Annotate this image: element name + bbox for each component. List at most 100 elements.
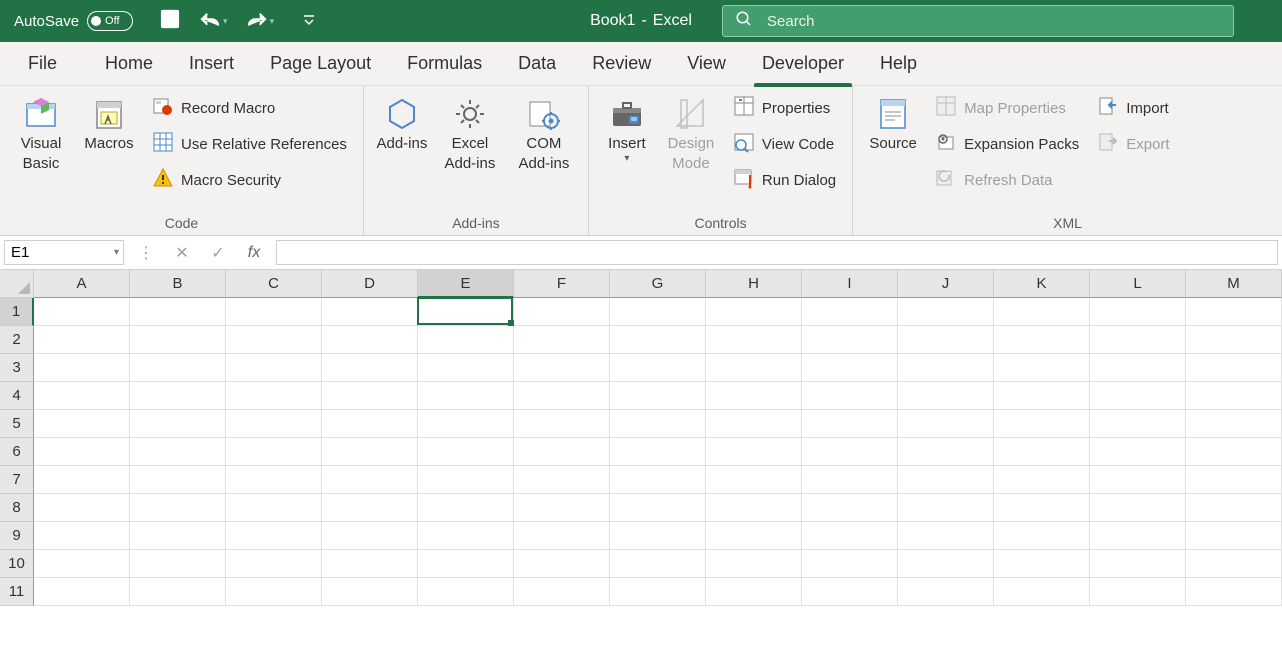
cell[interactable] <box>802 326 898 354</box>
cell[interactable] <box>514 326 610 354</box>
cell[interactable] <box>1090 578 1186 606</box>
cell[interactable] <box>1090 438 1186 466</box>
addins-button[interactable]: Add-ins <box>374 90 430 158</box>
cell[interactable] <box>322 550 418 578</box>
column-header[interactable]: I <box>802 270 898 298</box>
import-button[interactable]: Import <box>1091 90 1175 126</box>
column-header[interactable]: C <box>226 270 322 298</box>
cell[interactable] <box>514 494 610 522</box>
cell[interactable] <box>994 522 1090 550</box>
column-header[interactable]: D <box>322 270 418 298</box>
autosave-toggle[interactable]: Off <box>87 11 133 31</box>
cell[interactable] <box>1090 382 1186 410</box>
cell[interactable] <box>34 298 130 326</box>
cell[interactable] <box>610 438 706 466</box>
cell[interactable] <box>226 466 322 494</box>
customize-qat-icon[interactable] <box>292 13 316 30</box>
cell[interactable] <box>898 466 994 494</box>
row-header[interactable]: 3 <box>0 354 34 382</box>
cell[interactable] <box>1090 550 1186 578</box>
cell[interactable] <box>994 466 1090 494</box>
insert-button[interactable]: Insert ▾ <box>599 90 655 169</box>
cell[interactable] <box>898 550 994 578</box>
row-header[interactable]: 1 <box>0 298 34 326</box>
cell[interactable] <box>610 298 706 326</box>
cell[interactable] <box>226 578 322 606</box>
cell[interactable] <box>1090 466 1186 494</box>
search-box[interactable] <box>722 5 1234 37</box>
cell[interactable] <box>1186 550 1282 578</box>
cell[interactable] <box>34 466 130 494</box>
expansion-packs-button[interactable]: Expansion Packs <box>929 126 1085 162</box>
cell[interactable] <box>226 550 322 578</box>
tab-home[interactable]: Home <box>87 42 171 86</box>
enter-icon[interactable]: ✓ <box>200 243 236 263</box>
cell[interactable] <box>1186 578 1282 606</box>
macro-security-button[interactable]: Macro Security <box>146 162 353 198</box>
tab-formulas[interactable]: Formulas <box>389 42 500 86</box>
cell[interactable] <box>226 522 322 550</box>
cell[interactable] <box>802 298 898 326</box>
cell[interactable] <box>802 382 898 410</box>
cell[interactable] <box>418 438 514 466</box>
cell[interactable] <box>706 382 802 410</box>
cell[interactable] <box>610 522 706 550</box>
redo-icon[interactable]: ▾ <box>246 10 275 32</box>
cell[interactable] <box>418 298 514 326</box>
cell[interactable] <box>1186 326 1282 354</box>
cell[interactable] <box>514 466 610 494</box>
options-icon[interactable]: ⋮ <box>128 243 164 263</box>
cell[interactable] <box>706 466 802 494</box>
fx-icon[interactable]: fx <box>236 244 272 262</box>
cell[interactable] <box>226 298 322 326</box>
tab-insert[interactable]: Insert <box>171 42 252 86</box>
cell[interactable] <box>610 410 706 438</box>
column-header[interactable]: H <box>706 270 802 298</box>
cell[interactable] <box>1186 298 1282 326</box>
cell[interactable] <box>1186 522 1282 550</box>
excel-addins-button[interactable]: Excel Add-ins <box>436 90 504 177</box>
cell[interactable] <box>130 438 226 466</box>
chevron-down-icon[interactable]: ▾ <box>114 247 119 258</box>
cell[interactable] <box>418 354 514 382</box>
cell[interactable] <box>322 298 418 326</box>
cell[interactable] <box>802 522 898 550</box>
cell[interactable] <box>610 550 706 578</box>
column-header[interactable]: E <box>418 270 514 298</box>
cell[interactable] <box>130 410 226 438</box>
name-box[interactable]: E1 ▾ <box>4 240 124 265</box>
cell[interactable] <box>34 578 130 606</box>
cell[interactable] <box>802 466 898 494</box>
cell[interactable] <box>1090 522 1186 550</box>
cell[interactable] <box>994 494 1090 522</box>
column-header[interactable]: L <box>1090 270 1186 298</box>
cell[interactable] <box>706 578 802 606</box>
use-relative-references-button[interactable]: Use Relative References <box>146 126 353 162</box>
cell[interactable] <box>898 298 994 326</box>
cell[interactable] <box>802 494 898 522</box>
cell[interactable] <box>34 522 130 550</box>
row-header[interactable]: 5 <box>0 410 34 438</box>
cell[interactable] <box>610 578 706 606</box>
cell[interactable] <box>994 410 1090 438</box>
cell[interactable] <box>1186 494 1282 522</box>
cell[interactable] <box>802 578 898 606</box>
record-macro-button[interactable]: Record Macro <box>146 90 353 126</box>
cell[interactable] <box>898 522 994 550</box>
cell[interactable] <box>130 298 226 326</box>
cell[interactable] <box>130 578 226 606</box>
row-header[interactable]: 4 <box>0 382 34 410</box>
cell[interactable] <box>34 382 130 410</box>
cell[interactable] <box>802 354 898 382</box>
source-button[interactable]: Source <box>863 90 923 158</box>
tab-page-layout[interactable]: Page Layout <box>252 42 389 86</box>
cell[interactable] <box>226 326 322 354</box>
cell[interactable] <box>322 466 418 494</box>
cell[interactable] <box>898 326 994 354</box>
column-header[interactable]: J <box>898 270 994 298</box>
cell[interactable] <box>130 354 226 382</box>
cell[interactable] <box>1090 298 1186 326</box>
cell[interactable] <box>610 326 706 354</box>
cell[interactable] <box>514 550 610 578</box>
formula-input[interactable] <box>276 240 1278 265</box>
